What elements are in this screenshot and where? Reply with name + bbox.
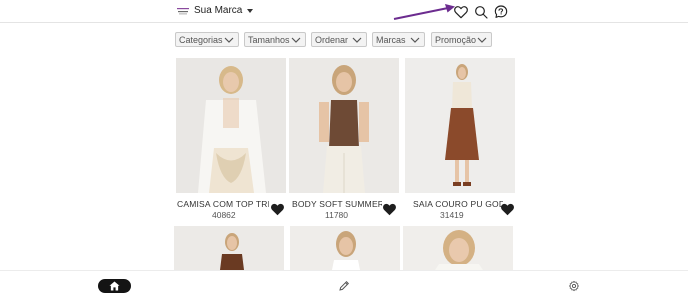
annotation-arrow-icon	[393, 4, 455, 20]
product-image[interactable]	[174, 226, 284, 270]
brand-name-label: Sua Marca	[194, 5, 243, 16]
heart-filled-icon[interactable]	[500, 202, 515, 216]
pencil-icon[interactable]	[338, 280, 350, 292]
chevron-down-icon	[291, 37, 301, 43]
product-card[interactable]: BODY SOFT SUMMER PR... 11780	[289, 58, 399, 220]
filter-marcas[interactable]: Marcas	[372, 32, 425, 47]
chevron-down-icon	[477, 37, 487, 43]
product-image[interactable]	[289, 58, 399, 193]
product-card[interactable]: CAMISA COM TOP TRIC... 40862	[176, 58, 286, 220]
filter-ordenar[interactable]: Ordenar	[311, 32, 367, 47]
product-code: 11780	[325, 210, 349, 220]
home-icon	[109, 281, 120, 291]
filter-label: Tamanhos	[248, 34, 290, 45]
filter-label: Promoção	[435, 34, 477, 45]
product-card[interactable]: SAIA COURO PU GODE 31419	[405, 58, 515, 220]
filter-label: Ordenar	[315, 34, 349, 45]
bottom-nav	[0, 270, 688, 302]
chevron-down-icon	[410, 37, 420, 43]
heart-filled-icon[interactable]	[270, 202, 285, 216]
filter-tamanhos[interactable]: Tamanhos	[244, 32, 306, 47]
heart-filled-icon[interactable]	[382, 202, 397, 216]
brand-selector[interactable]: Sua Marca	[194, 5, 254, 16]
filter-promocao[interactable]: Promoção	[431, 32, 492, 47]
chevron-down-icon	[352, 37, 362, 43]
product-image[interactable]	[403, 226, 513, 270]
gear-icon[interactable]	[568, 280, 580, 292]
chat-icon[interactable]	[493, 4, 509, 20]
search-icon[interactable]	[473, 4, 489, 20]
nav-home-button[interactable]	[98, 279, 131, 293]
product-image[interactable]	[405, 58, 515, 193]
chevron-down-icon	[224, 37, 234, 43]
top-header: Sua Marca	[0, 0, 688, 23]
caret-down-icon	[247, 9, 254, 13]
product-name: BODY SOFT SUMMER PR...	[292, 199, 382, 209]
product-code: 31419	[440, 210, 464, 220]
product-name: SAIA COURO PU GODE	[413, 199, 503, 209]
product-name: CAMISA COM TOP TRIC...	[177, 199, 269, 209]
filter-label: Marcas	[376, 34, 406, 45]
heart-icon[interactable]	[453, 4, 469, 20]
product-image[interactable]	[290, 226, 400, 270]
brand-logo-icon[interactable]	[177, 7, 189, 15]
filter-categorias[interactable]: Categorias	[175, 32, 239, 47]
product-code: 40862	[212, 210, 236, 220]
filter-label: Categorias	[179, 34, 223, 45]
product-image[interactable]	[176, 58, 286, 193]
